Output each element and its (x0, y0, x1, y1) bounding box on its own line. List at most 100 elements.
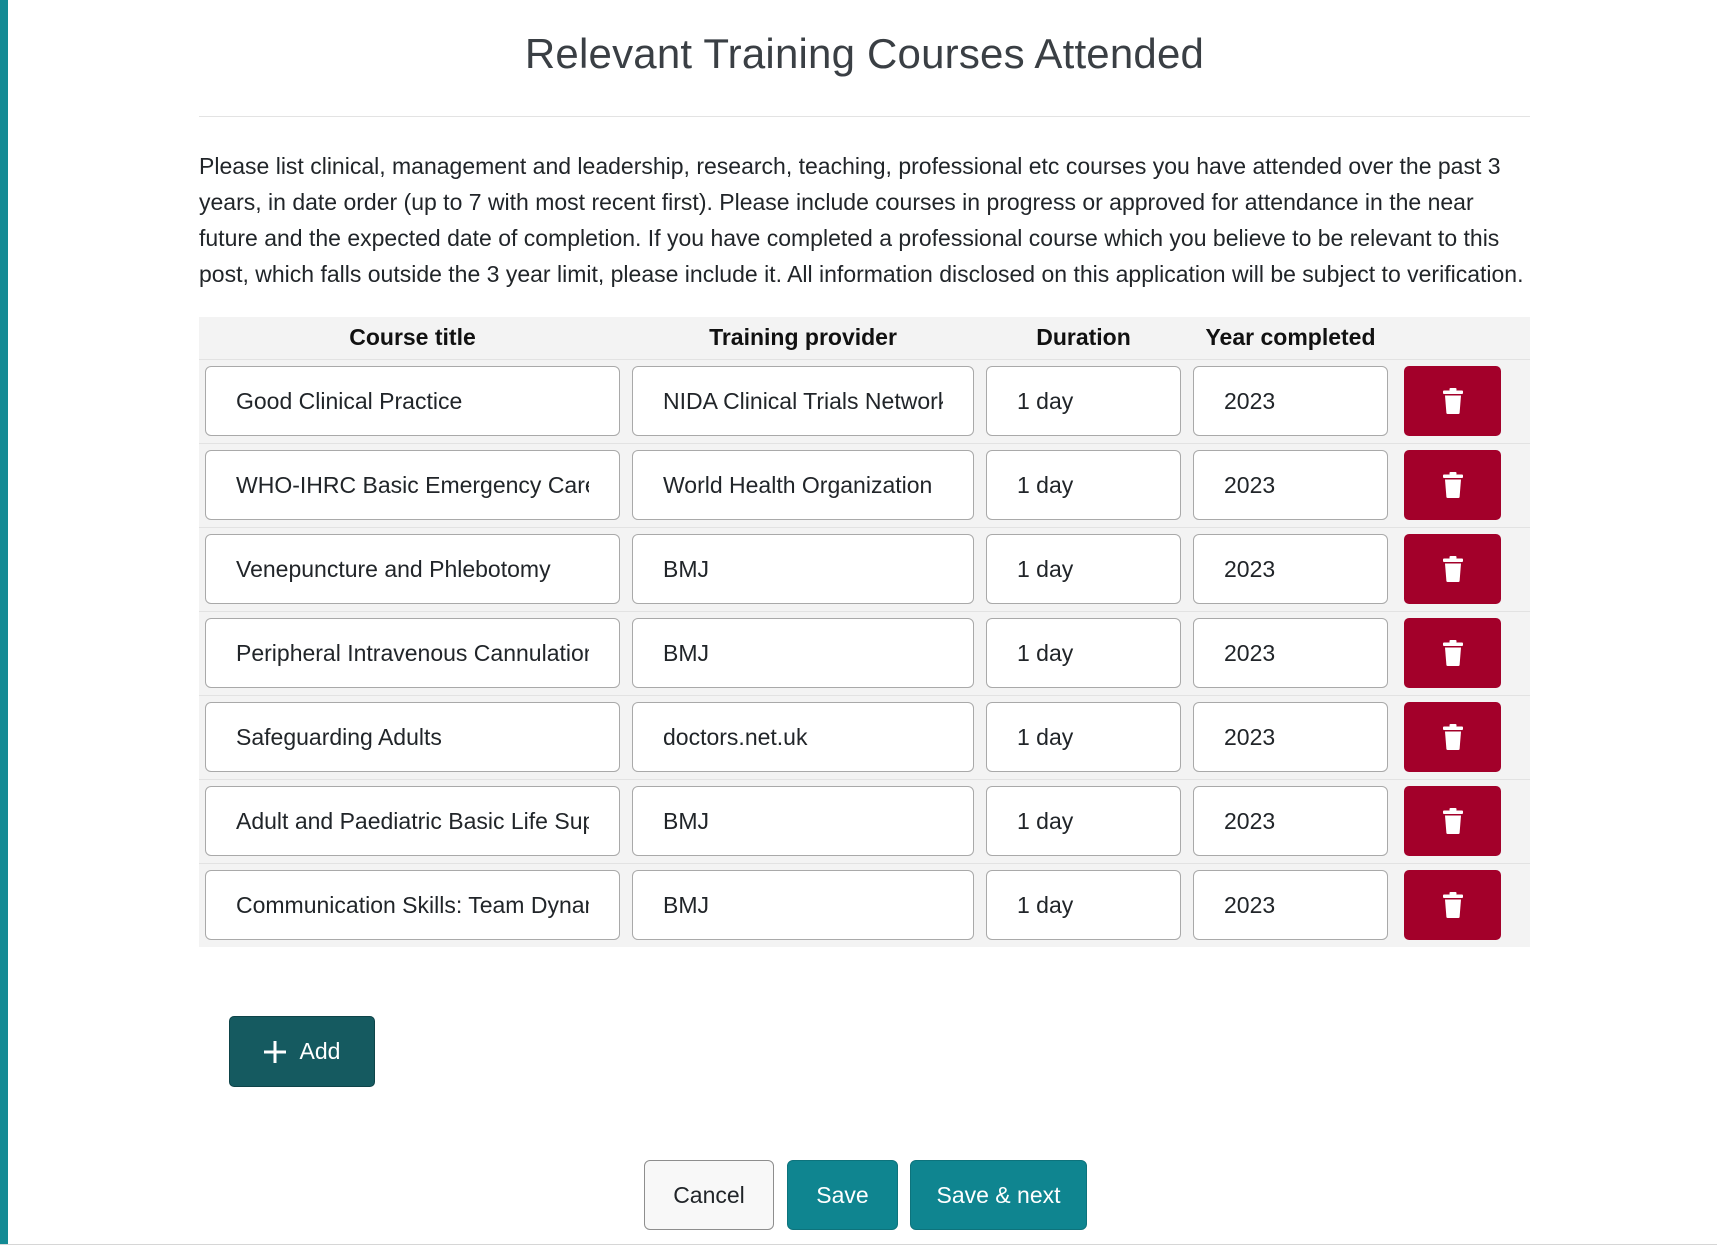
courses-table-body (199, 359, 1530, 947)
add-course-button[interactable]: Add (229, 1016, 375, 1087)
table-cell (626, 443, 980, 527)
intro-text: Please list clinical, management and lea… (199, 153, 1524, 287)
duration-input[interactable] (986, 870, 1181, 941)
duration-input[interactable] (986, 534, 1181, 604)
table-header-row: Course title Training provider Duration … (199, 317, 1530, 359)
year-completed-input[interactable] (1193, 618, 1388, 688)
table-cell-actions (1394, 527, 1530, 611)
plus-icon (263, 1040, 286, 1063)
save-and-next-button[interactable]: Save & next (910, 1160, 1087, 1230)
year-completed-input[interactable] (1193, 786, 1388, 856)
course-title-input[interactable] (205, 366, 620, 436)
title-divider (199, 116, 1530, 117)
duration-input[interactable] (986, 702, 1181, 772)
table-cell (199, 779, 626, 863)
table-row (199, 527, 1530, 611)
table-cell (199, 695, 626, 779)
table-cell (1187, 359, 1394, 443)
table-cell (626, 779, 980, 863)
training-provider-input[interactable] (632, 366, 974, 436)
table-cell (980, 695, 1187, 779)
page-title: Relevant Training Courses Attended (524, 30, 1205, 77)
training-provider-input[interactable] (632, 870, 974, 941)
table-cell (199, 863, 626, 947)
table-cell (980, 611, 1187, 695)
delete-row-button[interactable] (1404, 450, 1501, 520)
table-cell (199, 611, 626, 695)
table-cell (1187, 863, 1394, 947)
delete-row-button[interactable] (1404, 702, 1501, 772)
table-cell (626, 695, 980, 779)
header-actions (1394, 317, 1530, 359)
year-completed-input[interactable] (1193, 702, 1388, 772)
course-title-input[interactable] (205, 534, 620, 604)
table-cell (1187, 611, 1394, 695)
table-row (199, 695, 1530, 779)
header-training-provider: Training provider (709, 324, 897, 351)
table-cell (626, 527, 980, 611)
trash-icon (1442, 556, 1463, 582)
year-completed-input[interactable] (1193, 450, 1388, 520)
table-cell (1187, 443, 1394, 527)
delete-row-button[interactable] (1404, 366, 1501, 436)
training-provider-input[interactable] (632, 702, 974, 772)
training-courses-section: Relevant Training Courses Attended Pleas… (199, 0, 1530, 947)
training-provider-input[interactable] (632, 618, 974, 688)
table-cell (626, 863, 980, 947)
table-cell-actions (1394, 443, 1530, 527)
table-cell (980, 779, 1187, 863)
delete-row-button[interactable] (1404, 870, 1501, 941)
table-cell (626, 359, 980, 443)
table-cell (1187, 527, 1394, 611)
training-provider-input[interactable] (632, 450, 974, 520)
trash-icon (1442, 808, 1463, 834)
course-title-input[interactable] (205, 618, 620, 688)
trash-icon (1442, 724, 1463, 750)
trash-icon (1442, 640, 1463, 666)
table-row (199, 611, 1530, 695)
course-title-input[interactable] (205, 870, 620, 941)
trash-icon (1442, 472, 1463, 498)
training-provider-input[interactable] (632, 786, 974, 856)
delete-row-button[interactable] (1404, 534, 1501, 604)
duration-input[interactable] (986, 366, 1181, 436)
table-cell (980, 527, 1187, 611)
table-cell (1187, 695, 1394, 779)
course-title-input[interactable] (205, 786, 620, 856)
table-cell (199, 359, 626, 443)
save-button[interactable]: Save (787, 1160, 898, 1230)
year-completed-input[interactable] (1193, 534, 1388, 604)
table-cell (980, 863, 1187, 947)
left-accent-bar (0, 0, 8, 1245)
header-course-title: Course title (349, 324, 476, 351)
duration-input[interactable] (986, 618, 1181, 688)
delete-row-button[interactable] (1404, 618, 1501, 688)
table-cell-actions (1394, 359, 1530, 443)
table-cell (626, 611, 980, 695)
table-cell (980, 359, 1187, 443)
add-button-label: Add (299, 1038, 341, 1064)
training-provider-input[interactable] (632, 534, 974, 604)
delete-row-button[interactable] (1404, 786, 1501, 856)
course-title-input[interactable] (205, 702, 620, 772)
duration-input[interactable] (986, 450, 1181, 520)
course-title-input[interactable] (205, 450, 620, 520)
trash-icon (1442, 388, 1463, 414)
table-row (199, 779, 1530, 863)
table-cell (199, 443, 626, 527)
header-year-completed: Year completed (1205, 324, 1376, 351)
year-completed-input[interactable] (1193, 870, 1388, 941)
header-duration: Duration (1036, 324, 1131, 351)
duration-input[interactable] (986, 786, 1181, 856)
cancel-button[interactable]: Cancel (644, 1160, 774, 1230)
table-cell-actions (1394, 863, 1530, 947)
table-cell (980, 443, 1187, 527)
table-cell-actions (1394, 695, 1530, 779)
table-row (199, 443, 1530, 527)
table-cell (199, 527, 626, 611)
year-completed-input[interactable] (1193, 366, 1388, 436)
courses-table: Course title Training provider Duration … (199, 317, 1530, 947)
table-cell-actions (1394, 611, 1530, 695)
table-row (199, 359, 1530, 443)
trash-icon (1442, 892, 1463, 919)
